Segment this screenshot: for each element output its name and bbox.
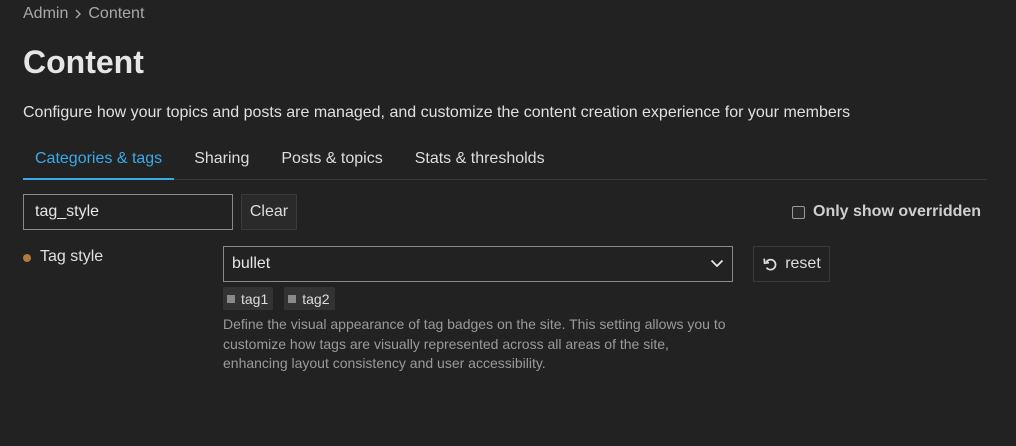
- setting-label-text: Tag style: [40, 248, 104, 265]
- bullet-square-icon: [288, 294, 297, 303]
- tag-style-selected-value: bullet: [232, 255, 271, 272]
- tag-preview: tag1 tag2: [223, 287, 346, 310]
- tag-badge-label: tag1: [241, 290, 269, 307]
- page-description: Configure how your topics and posts are …: [23, 104, 851, 121]
- bullet-square-icon: [227, 294, 235, 303]
- setting-description: Define the visual appearance of tag badg…: [223, 316, 726, 371]
- clear-filter-button[interactable]: Clear: [241, 194, 297, 230]
- tab-bar: Categories & tags Sharing Posts & topics…: [23, 140, 987, 180]
- tag-badge: tag1: [223, 287, 274, 310]
- breadcrumb-content[interactable]: Content: [88, 5, 144, 23]
- tab-sharing[interactable]: Sharing: [182, 140, 261, 178]
- breadcrumb-admin[interactable]: Admin: [23, 5, 68, 23]
- only-overridden-label: Only show overridden: [813, 203, 982, 220]
- breadcrumb: Admin Content: [23, 5, 144, 23]
- setting-label: Tag style: [23, 248, 103, 266]
- overridden-dot-icon: [23, 254, 31, 262]
- chevron-right-icon: [74, 9, 82, 19]
- chevron-down-icon: [710, 255, 724, 273]
- only-overridden-checkbox[interactable]: [792, 205, 805, 219]
- tag-badge: tag2: [284, 287, 335, 310]
- only-overridden-toggle[interactable]: Only show overridden: [792, 203, 981, 221]
- page-title: Content: [23, 44, 144, 80]
- admin-content-page: Admin Content Content Configure how your…: [0, 0, 1016, 446]
- tag-style-select[interactable]: bullet: [223, 246, 733, 282]
- tab-posts-topics[interactable]: Posts & topics: [269, 140, 394, 178]
- reset-label: reset: [785, 255, 821, 272]
- tab-stats-thresholds[interactable]: Stats & thresholds: [403, 140, 557, 178]
- tab-categories-tags[interactable]: Categories & tags: [23, 140, 175, 180]
- undo-icon: [763, 258, 777, 271]
- setting-filter-input[interactable]: [23, 194, 233, 230]
- reset-button[interactable]: reset: [753, 246, 830, 282]
- tag-badge-label: tag2: [302, 290, 330, 307]
